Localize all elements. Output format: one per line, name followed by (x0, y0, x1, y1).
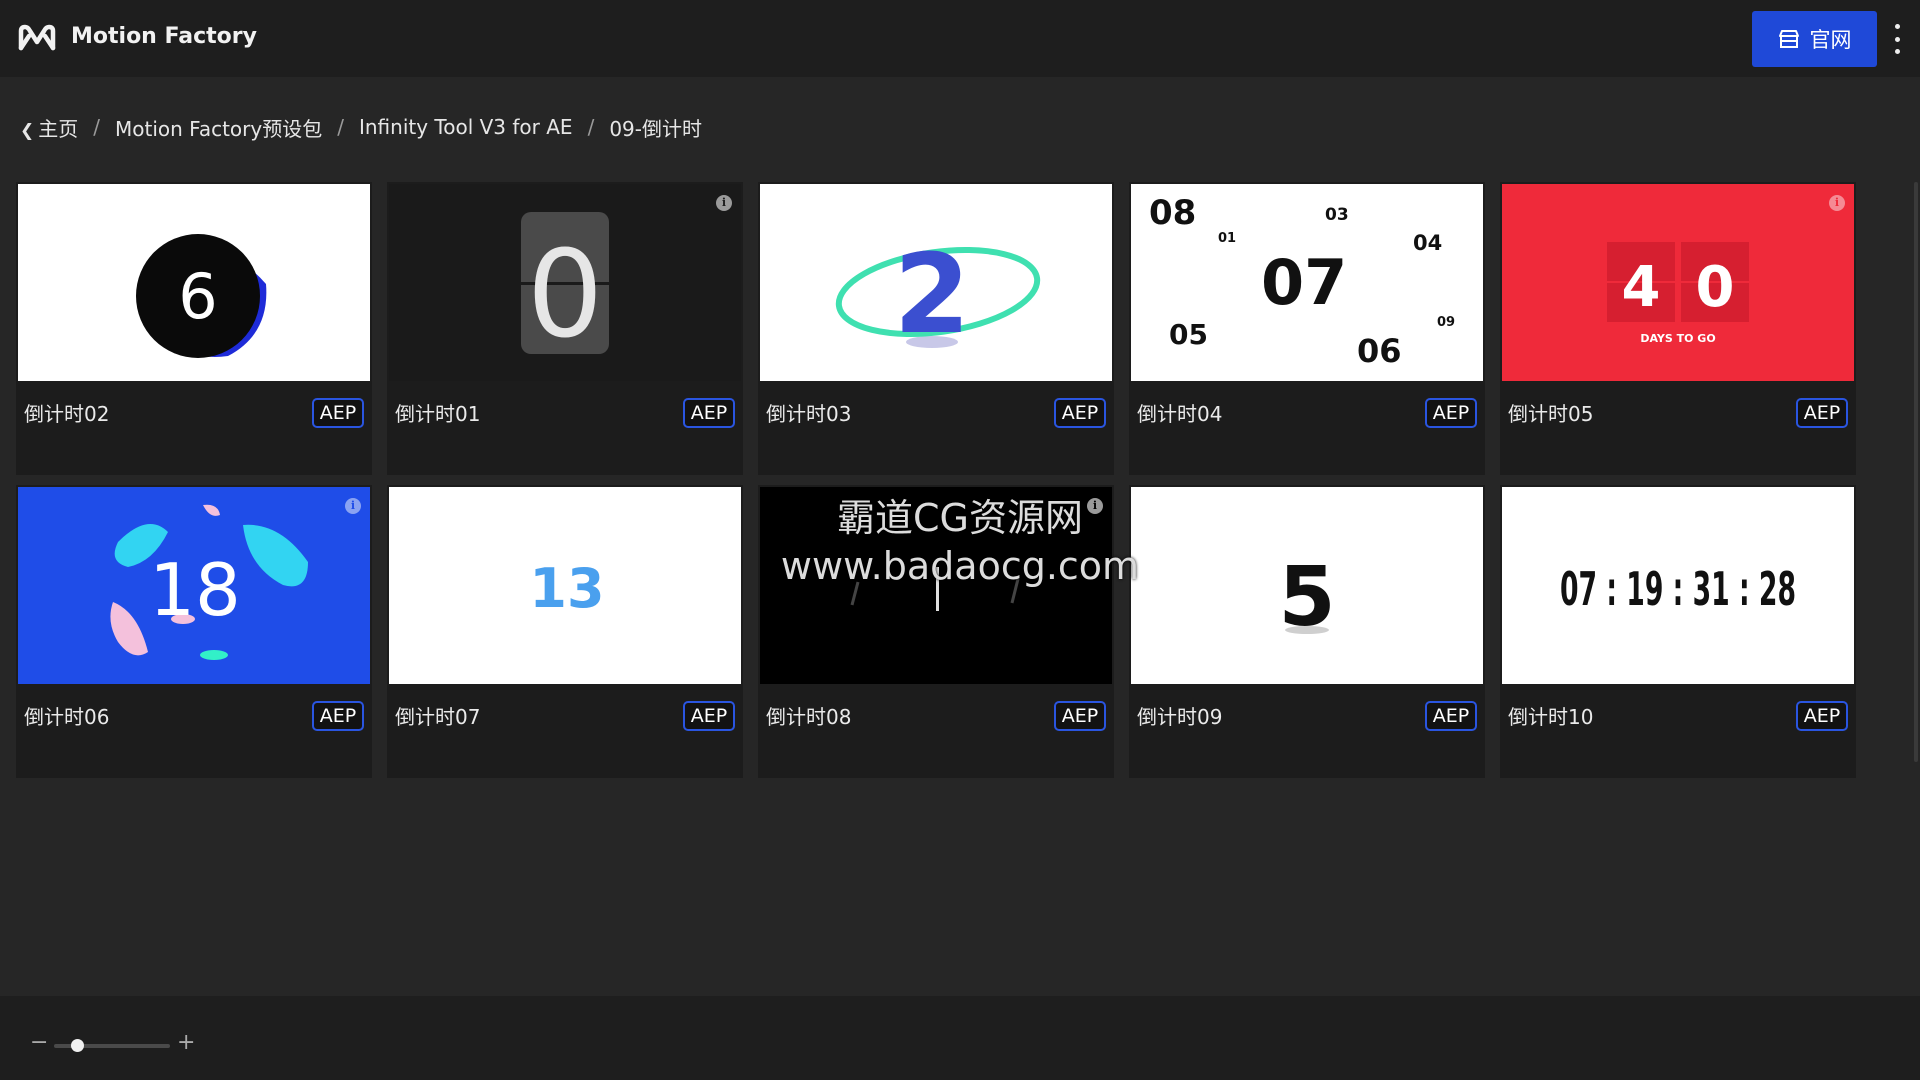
preset-card[interactable]: 4 0 DAYS TO GO i 倒计时05 AEP (1500, 182, 1856, 475)
more-vertical-icon[interactable] (1890, 24, 1904, 54)
bottom-bar (0, 996, 1920, 1080)
preset-card[interactable]: 2 倒计时03 AEP (758, 182, 1114, 475)
preset-thumbnail: 6 (18, 184, 370, 381)
zoom-in-button[interactable]: + (177, 1030, 195, 1055)
preview-number: 04 (1413, 231, 1442, 255)
breadcrumb-separator: / (337, 115, 344, 139)
preview-caption: DAYS TO GO (1640, 332, 1715, 345)
aep-badge[interactable]: AEP (1796, 398, 1848, 428)
preview-number: 13 (529, 557, 604, 620)
preset-title: 倒计时03 (766, 402, 852, 426)
zoom-out-button[interactable]: − (30, 1030, 48, 1055)
preset-card[interactable]: 6 倒计时02 AEP (16, 182, 372, 475)
chevron-left-icon: ❮ (20, 120, 35, 141)
preset-title: 倒计时07 (395, 705, 481, 729)
preview-number: 2 (894, 230, 971, 358)
preview-number: 4 (1622, 255, 1661, 320)
official-site-label: 官网 (1809, 28, 1852, 52)
breadcrumb-item-preset-pack[interactable]: Motion Factory预设包 (115, 113, 322, 142)
preset-card[interactable]: 18 i 倒计时06 AEP (16, 485, 372, 778)
preview-number: 6 (178, 260, 217, 333)
preset-card[interactable]: 5 倒计时09 AEP (1129, 485, 1485, 778)
preview-number: 09 (1437, 315, 1455, 330)
breadcrumb-separator: / (587, 115, 595, 139)
preview-number: 01 (1218, 231, 1236, 246)
breadcrumb-home[interactable]: ❮ 主页 (20, 113, 78, 142)
preset-title: 倒计时08 (766, 705, 852, 729)
preset-card[interactable]: i 倒计时08 AEP (758, 485, 1114, 778)
preset-title: 倒计时05 (1508, 402, 1594, 426)
preset-thumbnail: 07 : 19 : 31 : 28 (1502, 487, 1854, 684)
preset-title: 倒计时01 (395, 402, 481, 426)
official-site-button[interactable]: 官网 (1752, 11, 1877, 67)
breadcrumb: ❮ 主页 / Motion Factory预设包 / Infinity Tool … (20, 112, 702, 142)
aep-badge[interactable]: AEP (1054, 398, 1106, 428)
info-icon[interactable]: i (345, 498, 361, 514)
preset-thumbnail: 0 (389, 184, 741, 381)
preset-thumbnail (760, 487, 1112, 684)
preset-title: 倒计时10 (1508, 705, 1594, 729)
info-icon[interactable]: i (1087, 498, 1103, 514)
aep-badge[interactable]: AEP (683, 398, 735, 428)
preview-number: 07 (1261, 246, 1347, 319)
preset-card[interactable]: 13 倒计时07 AEP (387, 485, 743, 778)
preset-thumbnail: 18 (18, 487, 370, 684)
top-bar: Motion Factory 官网 (0, 0, 1920, 77)
info-icon[interactable]: i (1829, 195, 1845, 211)
breadcrumb-separator: / (93, 115, 100, 139)
preview-number: 06 (1357, 332, 1402, 370)
preview-number: 18 (149, 548, 241, 632)
breadcrumb-home-label: 主页 (38, 116, 79, 141)
preset-thumbnail: 08 01 03 04 07 05 06 09 (1131, 184, 1483, 381)
preset-title: 倒计时06 (24, 705, 110, 729)
app-title: Motion Factory (71, 24, 257, 49)
aep-badge[interactable]: AEP (1796, 701, 1848, 731)
preview-number: 05 (1169, 318, 1208, 351)
preset-card[interactable]: 08 01 03 04 07 05 06 09 倒计时04 AEP (1129, 182, 1485, 475)
preset-title: 倒计时04 (1137, 402, 1223, 426)
preset-title: 倒计时09 (1137, 705, 1223, 729)
preset-thumbnail: 13 (389, 487, 741, 684)
preset-card[interactable]: 0 i 倒计时01 AEP (387, 182, 743, 475)
preset-thumbnail: 2 (760, 184, 1112, 381)
aep-badge[interactable]: AEP (1425, 701, 1477, 731)
store-icon (1778, 30, 1799, 48)
preview-timer: 07 : 19 : 31 : 28 (1560, 562, 1796, 616)
preset-title: 倒计时02 (24, 402, 110, 426)
aep-badge[interactable]: AEP (312, 701, 364, 731)
breadcrumb-item-infinity-tool[interactable]: Infinity Tool V3 for AE (359, 115, 573, 139)
preset-card[interactable]: 07 : 19 : 31 : 28 倒计时10 AEP (1500, 485, 1856, 778)
aep-badge[interactable]: AEP (1425, 398, 1477, 428)
preset-thumbnail: 5 (1131, 487, 1483, 684)
preview-number: 03 (1325, 205, 1349, 225)
breadcrumb-item-current: 09-倒计时 (609, 116, 702, 141)
scrollbar[interactable] (1914, 182, 1918, 762)
preset-thumbnail: 4 0 DAYS TO GO (1502, 184, 1854, 381)
preview-number: 5 (1278, 550, 1335, 645)
aep-badge[interactable]: AEP (1054, 701, 1106, 731)
info-icon[interactable]: i (716, 195, 732, 211)
logo-icon (18, 24, 56, 51)
aep-badge[interactable]: AEP (312, 398, 364, 428)
aep-badge[interactable]: AEP (683, 701, 735, 731)
preview-number: 0 (527, 226, 603, 365)
preview-number: 08 (1149, 193, 1196, 233)
preview-number: 0 (1696, 255, 1735, 320)
